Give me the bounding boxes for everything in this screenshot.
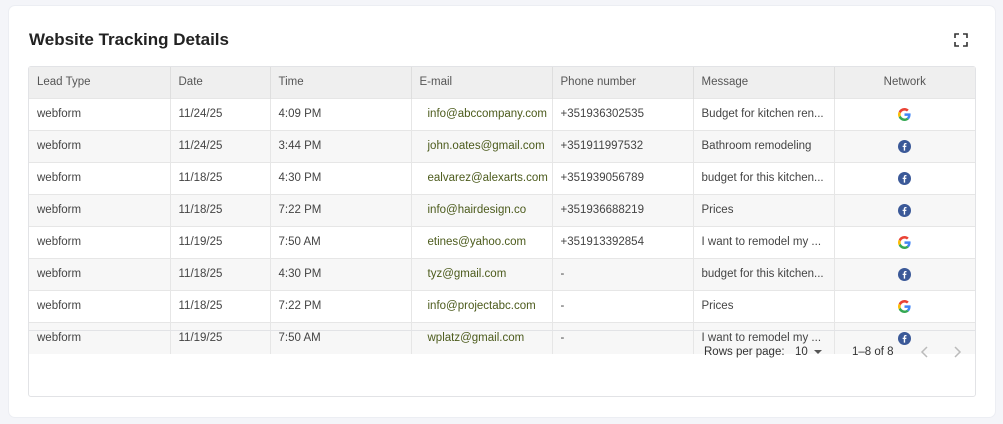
table-row[interactable]: webform 11/24/25 3:44 PM john.oates@gmail.c… <box>29 129 975 162</box>
chevron-right-icon[interactable] <box>949 342 965 362</box>
table-row[interactable]: webform 11/24/25 4:09 PM info@abccompany.co… <box>29 97 975 130</box>
table-row[interactable]: webform 11/18/25 7:22 PM info@hairdesign.co… <box>29 193 975 226</box>
table-row[interactable]: webform 11/18/25 7:22 PM info@projectabc.co… <box>29 289 975 322</box>
email-cell: ealvarez@alexarts.com <box>411 161 553 194</box>
facebook-icon <box>898 139 912 153</box>
date-cell: 11/18/25 <box>170 289 271 322</box>
website-tracking-card: Website Tracking Details Lead Type Date … <box>9 6 995 417</box>
pagination-range: 1–8 of 8 <box>852 346 894 358</box>
email-cell: tyz@gmail.com <box>411 257 553 290</box>
column-header-network[interactable]: Network <box>834 67 975 98</box>
chevron-left-icon[interactable] <box>917 342 933 362</box>
network-cell <box>834 193 975 226</box>
network-cell <box>834 225 975 258</box>
phone-cell: - <box>552 289 694 322</box>
lead-type-cell: webform <box>29 129 171 162</box>
date-cell: 11/18/25 <box>170 161 271 194</box>
phone-cell: +351936302535 <box>552 97 694 130</box>
email-cell: info@projectabc.com <box>411 289 553 322</box>
phone-cell: +351913392854 <box>552 225 694 258</box>
date-cell: 11/18/25 <box>170 257 271 290</box>
column-header-lead-type[interactable]: Lead Type <box>29 67 171 98</box>
message-cell: I want to remodel my ... <box>693 225 835 258</box>
network-cell <box>834 289 975 322</box>
email-cell: etines@yahoo.com <box>411 225 553 258</box>
column-header-email[interactable]: E-mail <box>411 67 553 98</box>
rows-per-page-select[interactable]: 10 <box>795 346 808 358</box>
card-title: Website Tracking Details <box>29 30 229 49</box>
lead-type-cell: webform <box>29 289 171 322</box>
table-header-row: Lead Type Date Time E-mail Phone number … <box>29 67 975 98</box>
phone-cell: +351936688219 <box>552 193 694 226</box>
message-cell: Bathroom remodeling <box>693 129 835 162</box>
lead-type-cell: webform <box>29 193 171 226</box>
network-cell <box>834 97 975 130</box>
leads-table: Lead Type Date Time E-mail Phone number … <box>28 66 976 397</box>
time-cell: 7:50 AM <box>270 225 412 258</box>
network-cell <box>834 129 975 162</box>
date-cell: 11/18/25 <box>170 193 271 226</box>
column-header-phone[interactable]: Phone number <box>552 67 694 98</box>
column-header-time[interactable]: Time <box>270 67 412 98</box>
table-row[interactable]: webform 11/19/25 7:50 AM etines@yahoo.com +3… <box>29 225 975 258</box>
time-cell: 7:22 PM <box>270 193 412 226</box>
message-cell: budget for this kitchen... <box>693 257 835 290</box>
time-cell: 4:30 PM <box>270 161 412 194</box>
phone-cell: +351911997532 <box>552 129 694 162</box>
email-cell: info@abccompany.com <box>411 97 553 130</box>
date-cell: 11/24/25 <box>170 97 271 130</box>
rows-per-page-label: Rows per page: <box>704 346 785 358</box>
google-icon <box>898 235 911 249</box>
time-cell: 4:30 PM <box>270 257 412 290</box>
network-cell <box>834 161 975 194</box>
facebook-icon <box>898 203 912 217</box>
date-cell: 11/19/25 <box>170 225 271 258</box>
message-cell: Budget for kitchen ren... <box>693 97 835 130</box>
fullscreen-icon[interactable] <box>953 32 969 48</box>
chevron-down-icon[interactable] <box>814 350 822 354</box>
google-icon <box>898 107 911 121</box>
network-cell <box>834 257 975 290</box>
time-cell: 4:09 PM <box>270 97 412 130</box>
table-row[interactable]: webform 11/18/25 4:30 PM tyz@gmail.com - budg… <box>29 257 975 290</box>
message-cell: budget for this kitchen... <box>693 161 835 194</box>
email-cell: john.oates@gmail.com <box>411 129 553 162</box>
google-icon <box>898 299 911 313</box>
phone-cell: - <box>552 257 694 290</box>
email-cell: info@hairdesign.co <box>411 193 553 226</box>
time-cell: 7:22 PM <box>270 289 412 322</box>
date-cell: 11/24/25 <box>170 129 271 162</box>
column-header-date[interactable]: Date <box>170 67 271 98</box>
pagination-bar: Rows per page: 10 1–8 of 8 <box>29 330 975 374</box>
message-cell: Prices <box>693 193 835 226</box>
column-header-message[interactable]: Message <box>693 67 835 98</box>
facebook-icon <box>898 267 912 281</box>
facebook-icon <box>898 171 912 185</box>
table-row[interactable]: webform 11/18/25 4:30 PM ealvarez@alexarts.… <box>29 161 975 194</box>
time-cell: 3:44 PM <box>270 129 412 162</box>
lead-type-cell: webform <box>29 225 171 258</box>
lead-type-cell: webform <box>29 97 171 130</box>
lead-type-cell: webform <box>29 161 171 194</box>
phone-cell: +351939056789 <box>552 161 694 194</box>
message-cell: Prices <box>693 289 835 322</box>
lead-type-cell: webform <box>29 257 171 290</box>
